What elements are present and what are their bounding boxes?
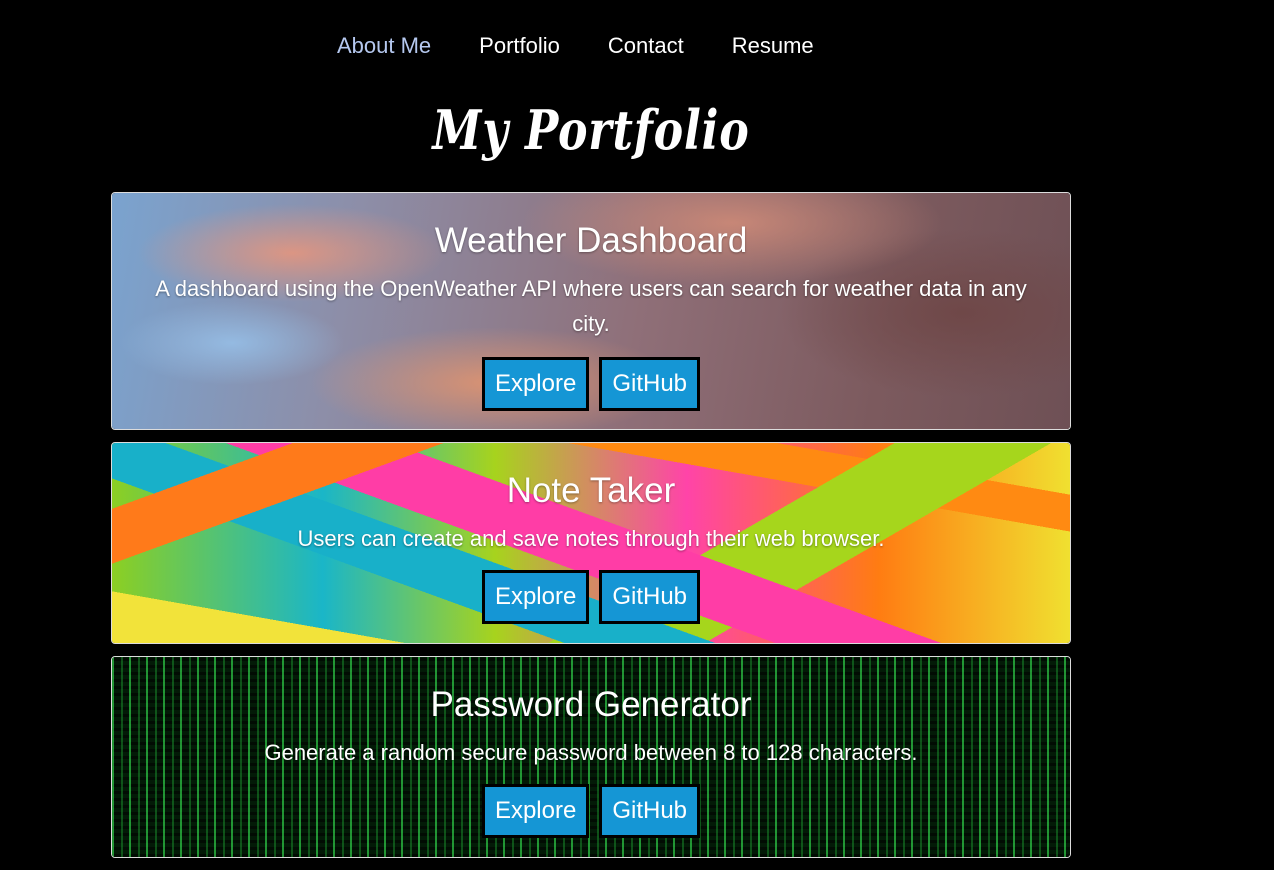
nav-portfolio[interactable]: Portfolio (479, 31, 560, 61)
explore-button[interactable]: Explore (481, 357, 590, 411)
github-button[interactable]: GitHub (599, 784, 701, 838)
github-button[interactable]: GitHub (599, 357, 701, 411)
project-description: Users can create and save notes through … (297, 526, 885, 551)
project-description: A dashboard using the OpenWeather API wh… (155, 276, 1027, 336)
page-title: My Portfolio (432, 98, 750, 162)
github-button[interactable]: GitHub (599, 570, 701, 624)
project-card-weather-dashboard: Weather Dashboard A dashboard using the … (111, 192, 1071, 430)
project-title: Weather Dashboard (434, 221, 748, 260)
nav-about-me[interactable]: About Me (337, 31, 431, 61)
explore-button[interactable]: Explore (481, 570, 590, 624)
project-description: Generate a random secure password betwee… (264, 740, 918, 765)
top-nav: About Me Portfolio Contact Resume (337, 30, 862, 62)
project-card-note-taker: Note Taker Users can create and save not… (111, 442, 1071, 644)
project-title: Note Taker (506, 471, 676, 510)
nav-resume[interactable]: Resume (732, 31, 814, 61)
explore-button[interactable]: Explore (481, 784, 590, 838)
project-card-password-generator: Password Generator Generate a random sec… (111, 656, 1071, 858)
nav-contact[interactable]: Contact (608, 31, 684, 61)
project-title: Password Generator (430, 685, 752, 724)
